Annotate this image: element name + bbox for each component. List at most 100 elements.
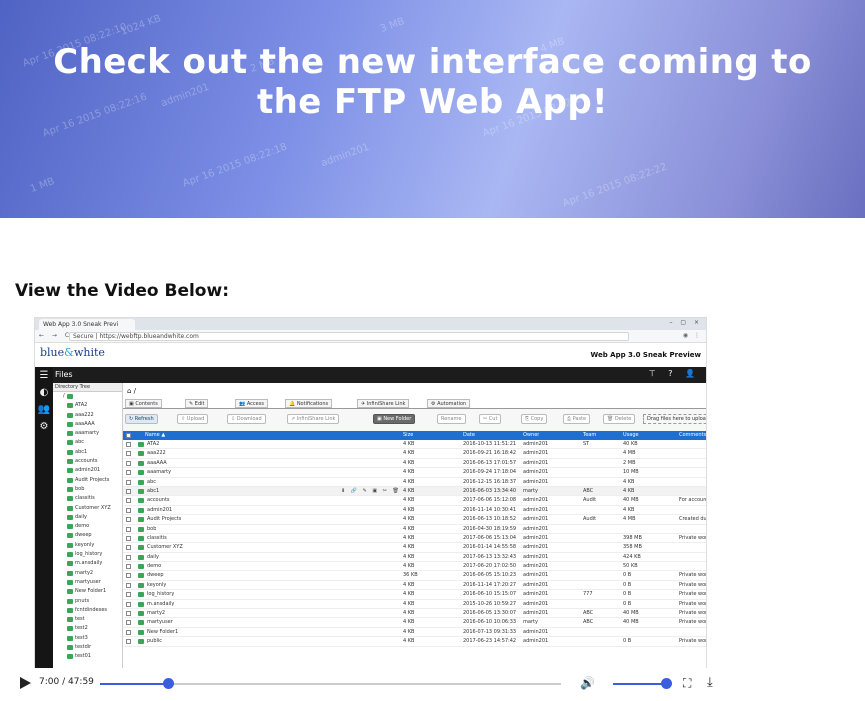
row-checkbox[interactable]	[126, 545, 131, 551]
toolbar-button-9[interactable]: 🗑 Delete	[603, 414, 636, 424]
row-checkbox[interactable]	[126, 611, 131, 617]
row-checkbox[interactable]	[126, 582, 131, 588]
tree-item[interactable]: test01	[53, 652, 122, 661]
tree-item[interactable]: test2	[53, 624, 122, 633]
row-checkbox[interactable]	[126, 629, 131, 635]
tab-5[interactable]: ⚙ Automation	[427, 399, 471, 408]
tree-item[interactable]: pnuts	[53, 597, 122, 606]
tree-item[interactable]: test	[53, 615, 122, 624]
row-checkbox[interactable]	[126, 498, 131, 504]
tab-0[interactable]: ▣ Contents	[125, 399, 162, 408]
tree-item[interactable]: aaamarty	[53, 429, 122, 438]
tree-item[interactable]: marty2	[53, 569, 122, 578]
toolbar-button-1[interactable]: ⇪ Upload	[177, 414, 209, 424]
table-row[interactable]: aaa222 4 KB 2016-09-21 16:18:42 admin201 4 M…	[123, 449, 706, 459]
row-checkbox[interactable]	[126, 451, 131, 457]
column-header[interactable]: Date	[463, 432, 475, 438]
column-header[interactable]: Usage	[623, 432, 639, 438]
tree-item[interactable]: log_history	[53, 550, 122, 559]
tab-3[interactable]: 🔔 Notifications	[285, 399, 333, 408]
tree-item[interactable]: abc	[53, 438, 122, 447]
rail-icon-1[interactable]: ◐	[35, 384, 53, 401]
row-checkbox[interactable]	[126, 442, 131, 447]
tree-item[interactable]: testdir	[53, 643, 122, 652]
volume-icon[interactable]: 🔊	[580, 676, 595, 690]
rail-icon-2[interactable]: 👥	[35, 401, 53, 418]
toolbar-button-3[interactable]: ⇗ InfiniShare Link	[287, 414, 340, 424]
tree-item[interactable]: aaaAAA	[53, 420, 122, 429]
row-checkbox[interactable]	[126, 460, 131, 466]
toolbar-button-0[interactable]: ↻ Refresh	[125, 414, 158, 424]
column-header[interactable]: Team	[583, 432, 596, 438]
drop-zone[interactable]: Drag files here to upload	[643, 414, 706, 424]
select-all-checkbox[interactable]	[126, 433, 131, 438]
row-checkbox[interactable]	[126, 639, 131, 645]
tree-item[interactable]: bob	[53, 485, 122, 494]
toolbar-button-6[interactable]: ✂ Cut	[479, 414, 502, 424]
row-checkbox[interactable]	[126, 592, 131, 598]
tree-item[interactable]: dweep	[53, 531, 122, 540]
row-checkbox[interactable]	[126, 526, 131, 532]
table-row[interactable]: keyonly 4 KB 2016-11-14 17:20:27 admin201 0 …	[123, 580, 706, 591]
row-checkbox[interactable]	[126, 488, 131, 494]
table-row[interactable]: accounts 4 KB 2017-06-06 15:12:08 admin201 A…	[123, 496, 706, 506]
toolbar-button-5[interactable]: Rename	[437, 414, 466, 424]
breadcrumb[interactable]: ⌂ /	[123, 383, 706, 398]
row-checkbox[interactable]	[126, 573, 131, 579]
tab-1[interactable]: ✎ Edit	[185, 399, 209, 408]
tree-item[interactable]: aaa222	[53, 411, 122, 420]
tree-item[interactable]: ATA2	[53, 401, 122, 410]
tree-item[interactable]: Audit Projects	[53, 476, 122, 485]
browser-nav-icons[interactable]: ← → C	[39, 332, 72, 339]
tree-item[interactable]: Customer XYZ	[53, 504, 122, 513]
table-row[interactable]: martyuser 4 KB 2016-06-10 10:06:33 marty ABC…	[123, 618, 706, 628]
topbar-icons[interactable]: ⊤ ? 👤	[649, 369, 700, 378]
tree-item[interactable]: martyuser	[53, 578, 122, 587]
tree-root[interactable]: /	[53, 392, 122, 401]
toolbar-button-8[interactable]: ⎙ Paste	[563, 414, 591, 424]
table-row[interactable]: New Folder1 4 KB 2016-07-13 09:31:33 admin2…	[123, 627, 706, 638]
table-row[interactable]: admin201 4 KB 2016-11-14 10:30:41 admin201 4…	[123, 505, 706, 516]
tree-item[interactable]: fcntdindexes	[53, 606, 122, 615]
tree-item[interactable]: m.ansdaily	[53, 559, 122, 568]
tree-item[interactable]: New Folder1	[53, 587, 122, 596]
row-checkbox[interactable]	[126, 564, 131, 570]
volume-knob[interactable]	[661, 678, 672, 689]
toolbar-button-2[interactable]: ⇩ Download	[227, 414, 266, 424]
rail-icon-0[interactable]: ☰	[35, 367, 53, 384]
fullscreen-icon[interactable]: ⛶	[683, 676, 691, 691]
tree-item[interactable]: classitis	[53, 494, 122, 503]
column-header[interactable]: Owner	[523, 432, 539, 438]
column-header[interactable]: Comments	[679, 432, 706, 438]
row-checkbox[interactable]	[126, 507, 131, 513]
table-row[interactable]: marty2 4 KB 2016-06-05 13:30:07 admin201 ABC…	[123, 609, 706, 619]
row-checkbox[interactable]	[126, 535, 131, 541]
table-row[interactable]: daily 4 KB 2017-06-13 13:32:43 admin201 424 …	[123, 552, 706, 563]
tree-item[interactable]: admin201	[53, 466, 122, 475]
play-icon[interactable]	[20, 677, 31, 689]
table-row[interactable]: bob 4 KB 2016-04-30 18:19:59 admin201	[123, 524, 706, 534]
seek-knob[interactable]	[163, 678, 175, 689]
window-controls[interactable]: – ▢ ×	[669, 319, 702, 326]
table-row[interactable]: m.ansdaily 4 KB 2015-10-26 10:59:27 admin20…	[123, 599, 706, 610]
table-row[interactable]: classitis 4 KB 2017-06-06 15:13:04 admin201…	[123, 533, 706, 544]
table-row[interactable]: abc1 4 KB 2016-06-03 13:34:40 marty ABC 4 KB ⬇…	[123, 486, 706, 497]
row-checkbox[interactable]	[126, 517, 131, 523]
table-row[interactable]: public 4 KB 2017-06-23 14:57:42 admin201 0 B…	[123, 637, 706, 647]
browser-url[interactable]: Secure | https://webftp.blueandwhite.com	[69, 332, 629, 341]
browser-tab[interactable]: Web App 3.0 Sneak Previ	[39, 319, 135, 330]
table-row[interactable]: aaamarty 4 KB 2016-09-24 17:18:04 admin201 1…	[123, 468, 706, 478]
tree-item[interactable]: abc1	[53, 448, 122, 457]
tree-item[interactable]: keyonly	[53, 541, 122, 550]
tree-item[interactable]: accounts	[53, 457, 122, 466]
tree-item[interactable]: demo	[53, 522, 122, 531]
download-icon[interactable]: ⤓	[707, 675, 713, 690]
tab-4[interactable]: ✈ InfiniShare Link	[357, 399, 410, 408]
video-frame[interactable]: Web App 3.0 Sneak Previ – ▢ × ← → C Secu…	[34, 317, 707, 671]
table-row[interactable]: Customer XYZ 4 KB 2016-01-14 14:55:58 admin…	[123, 543, 706, 553]
rail-icon-3[interactable]: ⚙	[35, 418, 53, 435]
table-row[interactable]: log_history 4 KB 2016-06-10 15:15:07 admin2…	[123, 590, 706, 600]
toolbar-button-4[interactable]: ▣ New Folder	[373, 414, 416, 424]
table-row[interactable]: abc 4 KB 2016-12-15 16:18:37 admin201 4 KB	[123, 477, 706, 487]
tree-item[interactable]: test3	[53, 634, 122, 643]
